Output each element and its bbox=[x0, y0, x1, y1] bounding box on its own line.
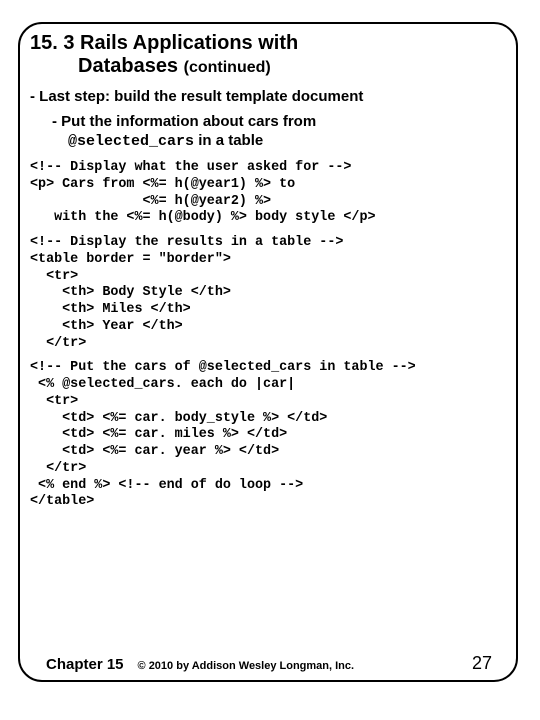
code-block-2: <!-- Display the results in a table --> … bbox=[30, 235, 506, 352]
slide-frame: 15. 3 Rails Applications with Databases … bbox=[18, 22, 518, 682]
code-block-3: <!-- Put the cars of @selected_cars in t… bbox=[30, 360, 506, 511]
footer-page-number: 27 bbox=[472, 653, 492, 674]
title-line2: Databases (continued) bbox=[30, 55, 271, 77]
title-line1: 15. 3 Rails Applications with bbox=[30, 32, 298, 54]
code-block-1: <!-- Display what the user asked for -->… bbox=[30, 160, 506, 227]
bullet-put-info: - Put the information about cars from bbox=[52, 113, 506, 130]
slide-title: 15. 3 Rails Applications with Databases … bbox=[30, 32, 506, 78]
footer-chapter: Chapter 15 bbox=[46, 656, 124, 673]
bullet-last-step: - Last step: build the result template d… bbox=[30, 88, 506, 105]
title-line2-word: Databases bbox=[78, 55, 178, 77]
bullet-put-info-sub: @selected_cars in a table bbox=[68, 132, 506, 150]
selected-cars-var: @selected_cars bbox=[68, 133, 194, 150]
footer-copyright: © 2010 by Addison Wesley Longman, Inc. bbox=[138, 660, 472, 672]
footer: Chapter 15 © 2010 by Addison Wesley Long… bbox=[20, 653, 516, 674]
bullet-put-info-rest: in a table bbox=[194, 132, 263, 149]
title-continued: (continued) bbox=[184, 59, 271, 76]
